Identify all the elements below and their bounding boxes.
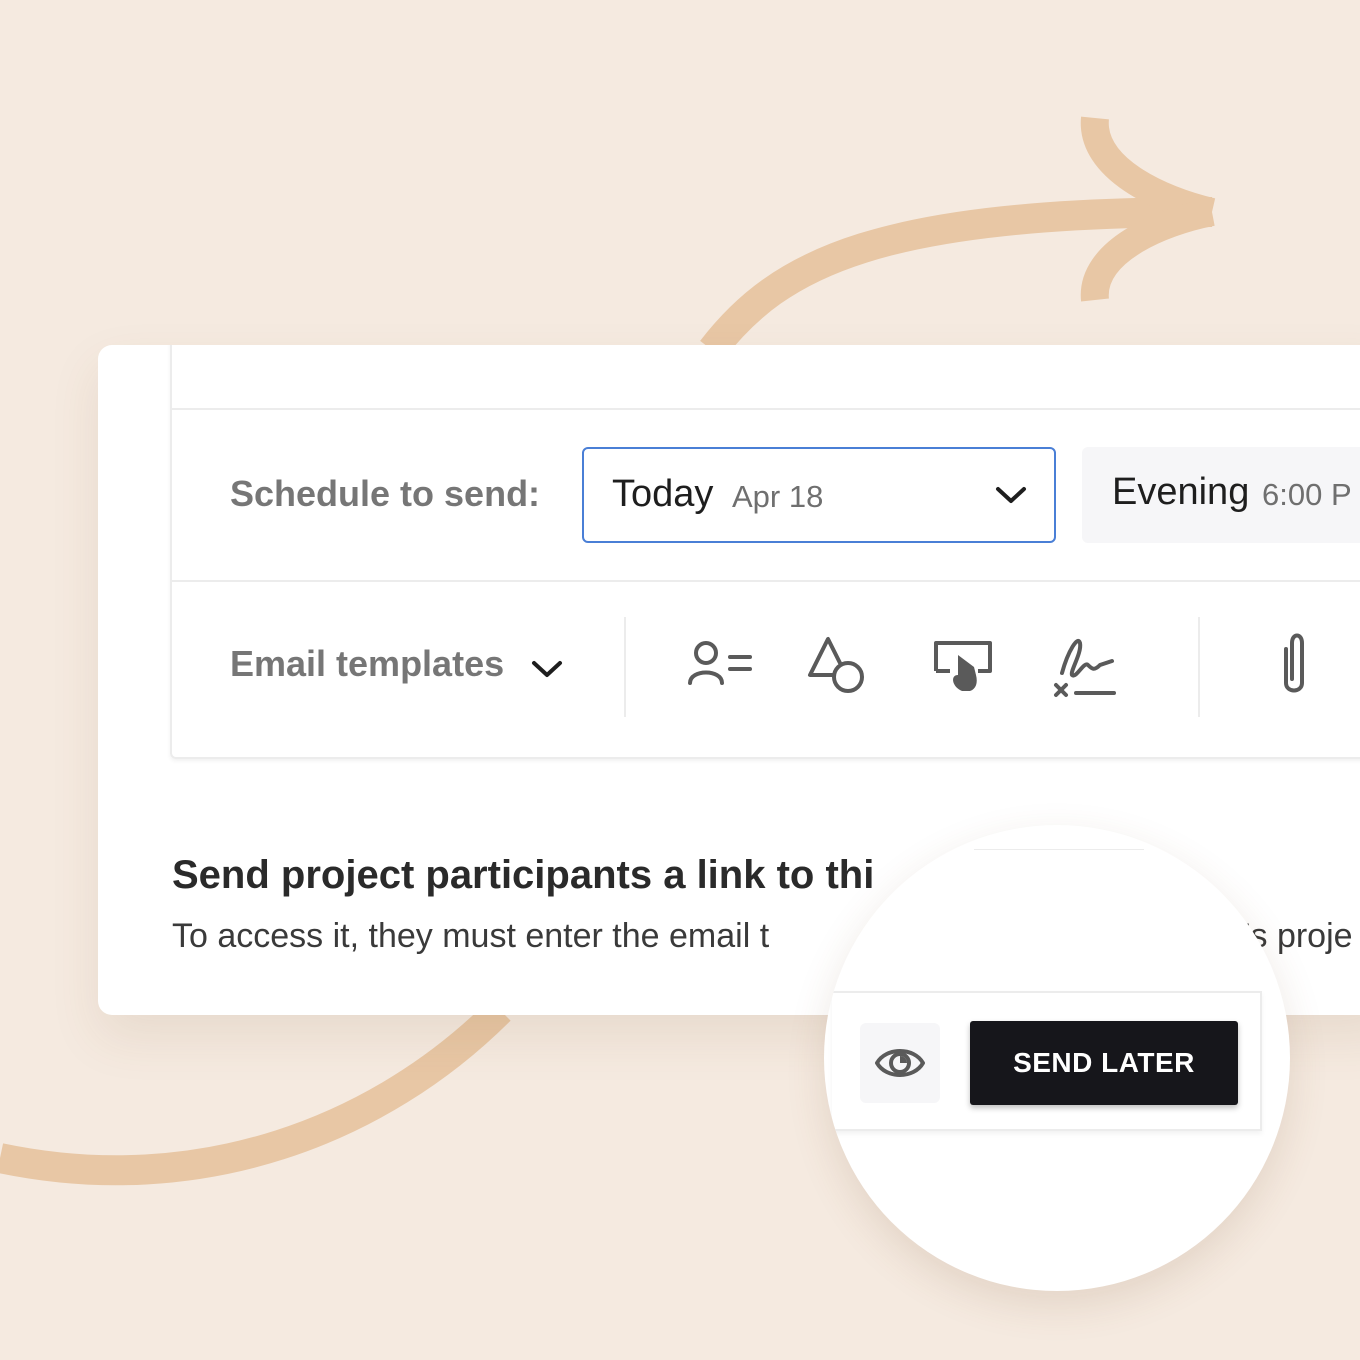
- divider: [172, 580, 1360, 582]
- shapes-icon[interactable]: [806, 631, 878, 703]
- divider: [974, 849, 1144, 850]
- schedule-label: Schedule to send:: [230, 473, 541, 514]
- toolbar-divider: [1198, 617, 1200, 717]
- paperclip-icon[interactable]: [1258, 631, 1330, 703]
- contact-list-icon[interactable]: [684, 631, 756, 703]
- time-option: Evening: [1112, 471, 1250, 513]
- chevron-down-icon[interactable]: [530, 657, 564, 681]
- eye-icon: [875, 1049, 925, 1077]
- send-actions-bar: SEND LATER: [832, 991, 1262, 1131]
- send-later-button[interactable]: SEND LATER: [970, 1021, 1238, 1105]
- chevron-down-icon: [996, 487, 1026, 503]
- screen-tap-icon[interactable]: [928, 631, 1000, 703]
- magnifier-zoom: SEND LATER: [824, 825, 1290, 1291]
- schedule-date-select[interactable]: Today Apr 18: [582, 447, 1056, 543]
- signature-icon[interactable]: [1050, 631, 1122, 703]
- email-templates-dropdown[interactable]: Email templates: [230, 643, 504, 685]
- time-value: 6:00 P: [1262, 477, 1352, 512]
- divider: [172, 408, 1360, 410]
- date-value: Apr 18: [732, 479, 824, 514]
- compose-box: Schedule to send: Today Apr 18 Evening 6…: [170, 345, 1360, 759]
- share-link-description: To access it, they must enter the email …: [172, 917, 1353, 956]
- description-start: To access it, they must enter the email …: [172, 917, 770, 955]
- toolbar-divider: [624, 617, 626, 717]
- schedule-time-select[interactable]: Evening 6:00 P: [1082, 447, 1360, 543]
- share-link-title: Send project participants a link to thi: [172, 853, 875, 897]
- date-option: Today: [612, 473, 714, 515]
- preview-button[interactable]: [860, 1023, 940, 1103]
